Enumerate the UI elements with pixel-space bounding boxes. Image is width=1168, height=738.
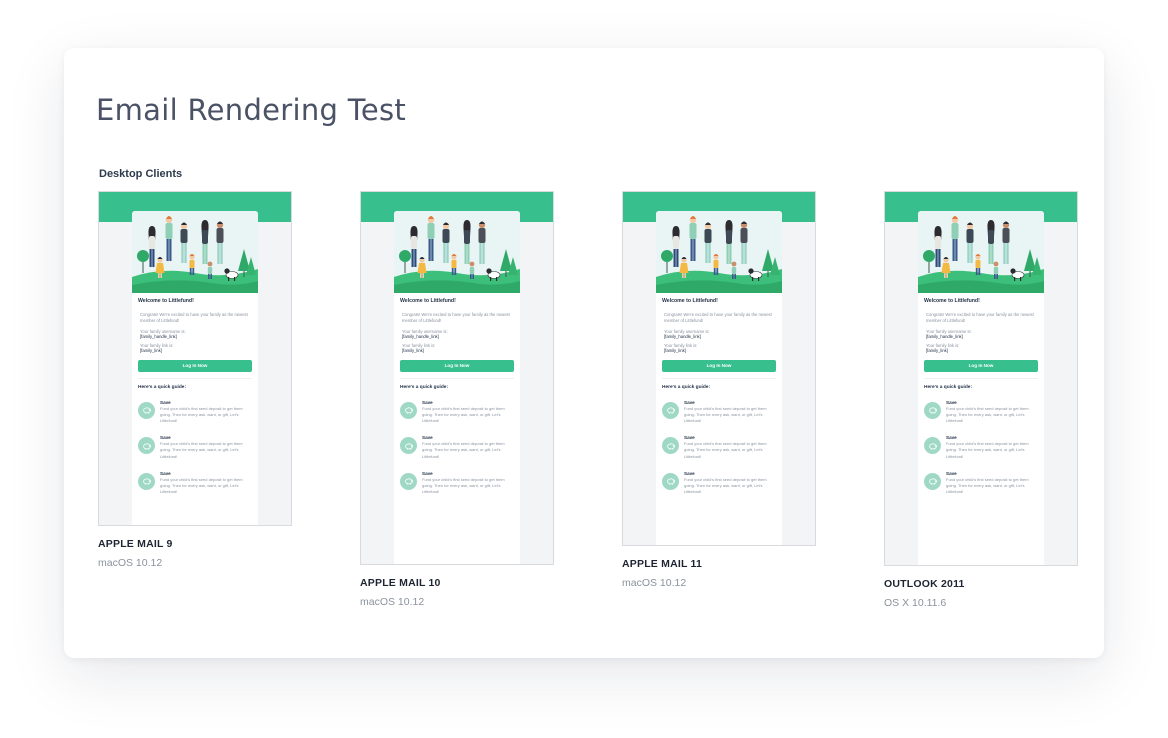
step-title: Save <box>160 470 171 476</box>
guide-step: Save Fund your child's first seed deposit… <box>662 471 776 496</box>
email-welcome-heading: Welcome to Littlefund! <box>138 298 194 304</box>
family-illustration <box>394 211 520 293</box>
screenshot-apple-mail-10[interactable]: Welcome to Littlefund! Congrats! We're e… <box>360 191 554 565</box>
email-preview: Welcome to Littlefund! Congrats! We're e… <box>394 211 520 564</box>
link-value: [family_link] <box>140 347 162 353</box>
guide-step: Save Fund your child's first seed deposit… <box>662 400 776 425</box>
step-text: Fund your child's first seed deposit to … <box>684 441 767 459</box>
client-name: APPLE MAIL 11 <box>622 558 703 570</box>
log-in-button: Log In Now <box>924 359 1038 372</box>
guide-step: Save Fund your child's first seed deposit… <box>138 471 252 496</box>
step-text: Fund your child's first seed deposit to … <box>422 405 505 423</box>
step-text: Fund your child's first seed deposit to … <box>422 476 505 495</box>
piggy-bank-icon <box>662 401 679 419</box>
step-title: Save <box>946 435 957 441</box>
guide-step: Save Fund your child's first seed deposit… <box>138 435 252 460</box>
guide-step: Save Fund your child's first seed deposit… <box>400 471 514 496</box>
step-title: Save <box>684 435 695 441</box>
piggy-bank-icon <box>662 437 679 455</box>
email-preview: Welcome to Littlefund! Congrats! We're e… <box>656 211 782 545</box>
family-illustration <box>656 211 782 293</box>
step-title: Save <box>684 399 695 405</box>
step-text: Fund your child's first seed deposit to … <box>684 405 767 423</box>
screenshot-apple-mail-11[interactable]: Welcome to Littlefund! Congrats! We're e… <box>622 191 816 546</box>
email-preview: Welcome to Littlefund! Congrats! We're e… <box>918 211 1044 565</box>
step-text: Fund your child's first seed deposit to … <box>160 441 243 459</box>
piggy-bank-icon <box>138 437 155 455</box>
email-preview: Welcome to Littlefund! Congrats! We're e… <box>132 211 258 525</box>
divider <box>662 377 776 379</box>
client-name: OUTLOOK 2011 <box>884 578 965 590</box>
step-text: Fund your child's first seed deposit to … <box>946 405 1029 423</box>
step-text: Fund your child's first seed deposit to … <box>946 441 1029 459</box>
step-title: Save <box>946 399 957 405</box>
divider <box>138 377 252 379</box>
step-text: Fund your child's first seed deposit to … <box>422 441 505 459</box>
email-intro-text: Congrats! We're excited to have your fam… <box>664 312 772 324</box>
client-os: macOS 10.12 <box>360 596 425 608</box>
step-title: Save <box>946 470 957 476</box>
step-text: Fund your child's first seed deposit to … <box>946 476 1029 495</box>
piggy-bank-icon <box>138 472 155 490</box>
step-text: Fund your child's first seed deposit to … <box>160 476 243 495</box>
guide-step: Save Fund your child's first seed deposit… <box>400 435 514 460</box>
username-value: [family_handle_link] <box>402 333 439 339</box>
link-value: [family_link] <box>402 347 424 353</box>
guide-step: Save Fund your child's first seed deposit… <box>924 400 1038 425</box>
quick-guide-heading: Here's a quick guide: <box>924 384 973 390</box>
piggy-bank-icon <box>138 401 155 419</box>
step-title: Save <box>422 435 433 441</box>
step-text: Fund your child's first seed deposit to … <box>160 405 243 423</box>
client-name: APPLE MAIL 9 <box>98 538 173 550</box>
page-title: Email Rendering Test <box>96 93 407 127</box>
username-value: [family_handle_link] <box>664 333 701 339</box>
email-intro-text: Congrats! We're excited to have your fam… <box>926 312 1034 324</box>
piggy-bank-icon <box>662 472 679 490</box>
guide-step: Save Fund your child's first seed deposit… <box>924 471 1038 496</box>
quick-guide-heading: Here's a quick guide: <box>662 384 711 390</box>
log-in-button: Log In Now <box>400 359 514 372</box>
quick-guide-heading: Here's a quick guide: <box>400 384 449 390</box>
step-title: Save <box>422 399 433 405</box>
email-intro-text: Congrats! We're excited to have your fam… <box>402 312 510 324</box>
piggy-bank-icon <box>924 472 941 490</box>
report-card: Email Rendering Test Desktop Clients Wel… <box>64 48 1104 658</box>
link-value: [family_link] <box>926 347 948 353</box>
divider <box>924 377 1038 379</box>
client-os: OS X 10.11.6 <box>884 597 947 609</box>
guide-step: Save Fund your child's first seed deposit… <box>400 400 514 425</box>
divider <box>400 377 514 379</box>
step-title: Save <box>684 470 695 476</box>
email-welcome-heading: Welcome to Littlefund! <box>924 298 980 304</box>
email-intro-text: Congrats! We're excited to have your fam… <box>140 312 248 324</box>
piggy-bank-icon <box>400 472 417 490</box>
client-os: macOS 10.12 <box>622 577 687 589</box>
email-welcome-heading: Welcome to Littlefund! <box>400 298 456 304</box>
family-illustration <box>918 211 1044 293</box>
client-name: APPLE MAIL 10 <box>360 577 441 589</box>
quick-guide-heading: Here's a quick guide: <box>138 384 187 390</box>
email-welcome-heading: Welcome to Littlefund! <box>662 298 718 304</box>
screenshot-outlook-2011[interactable]: Welcome to Littlefund! Congrats! We're e… <box>884 191 1078 566</box>
username-value: [family_handle_link] <box>926 333 963 339</box>
piggy-bank-icon <box>924 401 941 419</box>
guide-step: Save Fund your child's first seed deposit… <box>662 435 776 460</box>
link-value: [family_link] <box>664 347 686 353</box>
step-title: Save <box>160 399 171 405</box>
piggy-bank-icon <box>400 437 417 455</box>
piggy-bank-icon <box>924 437 941 455</box>
guide-step: Save Fund your child's first seed deposit… <box>138 400 252 425</box>
step-title: Save <box>422 470 433 476</box>
log-in-button: Log In Now <box>138 359 252 372</box>
client-os: macOS 10.12 <box>98 557 163 569</box>
screenshot-apple-mail-9[interactable]: Welcome to Littlefund! Congrats! We're e… <box>98 191 292 526</box>
log-in-button: Log In Now <box>662 359 776 372</box>
step-title: Save <box>160 435 171 441</box>
piggy-bank-icon <box>400 401 417 419</box>
family-illustration <box>132 211 258 293</box>
step-text: Fund your child's first seed deposit to … <box>684 476 767 495</box>
section-label-desktop-clients: Desktop Clients <box>99 168 183 180</box>
username-value: [family_handle_link] <box>140 333 177 339</box>
guide-step: Save Fund your child's first seed deposit… <box>924 435 1038 460</box>
